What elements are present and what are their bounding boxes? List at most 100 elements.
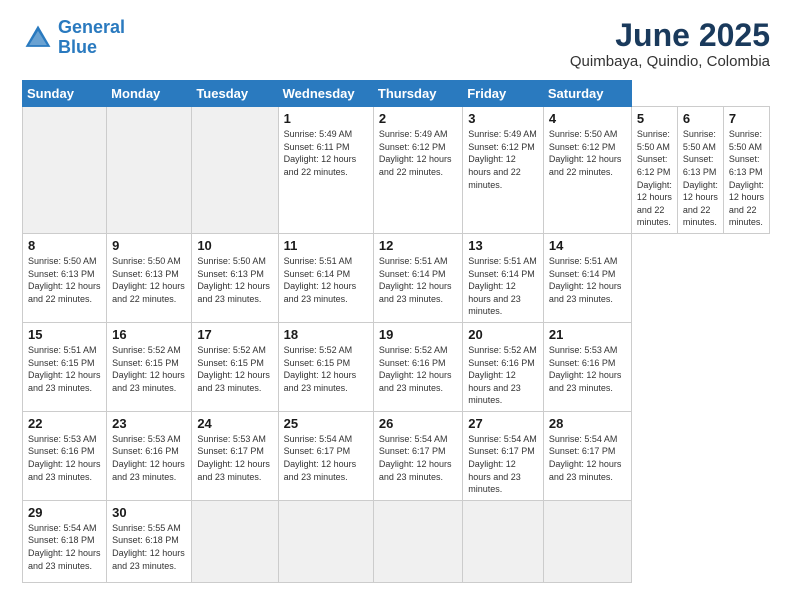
weekday-header-saturday: Saturday — [543, 81, 631, 107]
day-number: 30 — [112, 505, 186, 520]
day-number: 7 — [729, 111, 764, 126]
page: General Blue June 2025 Quimbaya, Quindio… — [0, 0, 792, 612]
day-number: 12 — [379, 238, 457, 253]
calendar-subtitle: Quimbaya, Quindio, Colombia — [570, 53, 770, 70]
day-number: 5 — [637, 111, 672, 126]
logo-text: General Blue — [58, 18, 125, 58]
day-number: 4 — [549, 111, 626, 126]
calendar-cell: 15 Sunrise: 5:51 AMSunset: 6:15 PMDayligh… — [23, 322, 107, 411]
day-number: 6 — [683, 111, 718, 126]
calendar-cell: 6 Sunrise: 5:50 AMSunset: 6:13 PMDaylight… — [677, 107, 723, 234]
calendar-cell — [278, 500, 373, 582]
day-info: Sunrise: 5:53 AMSunset: 6:16 PMDaylight:… — [112, 433, 186, 483]
day-info: Sunrise: 5:50 AMSunset: 6:13 PMDaylight:… — [729, 128, 764, 229]
day-number: 14 — [549, 238, 626, 253]
weekday-header-tuesday: Tuesday — [192, 81, 278, 107]
day-number: 2 — [379, 111, 457, 126]
calendar-cell — [107, 107, 192, 234]
calendar-cell: 3 Sunrise: 5:49 AMSunset: 6:12 PMDaylight… — [463, 107, 544, 234]
calendar-cell — [463, 500, 544, 582]
calendar-table: SundayMondayTuesdayWednesdayThursdayFrid… — [22, 80, 770, 583]
calendar-cell — [192, 107, 278, 234]
calendar-cell — [192, 500, 278, 582]
day-number: 18 — [284, 327, 368, 342]
day-number: 1 — [284, 111, 368, 126]
calendar-cell: 28 Sunrise: 5:54 AMSunset: 6:17 PMDayligh… — [543, 411, 631, 500]
day-info: Sunrise: 5:49 AMSunset: 6:11 PMDaylight:… — [284, 128, 368, 178]
day-number: 26 — [379, 416, 457, 431]
calendar-cell: 24 Sunrise: 5:53 AMSunset: 6:17 PMDayligh… — [192, 411, 278, 500]
day-info: Sunrise: 5:53 AMSunset: 6:16 PMDaylight:… — [28, 433, 101, 483]
weekday-header-sunday: Sunday — [23, 81, 107, 107]
calendar-cell: 20 Sunrise: 5:52 AMSunset: 6:16 PMDayligh… — [463, 322, 544, 411]
calendar-cell: 2 Sunrise: 5:49 AMSunset: 6:12 PMDaylight… — [373, 107, 462, 234]
calendar-cell: 17 Sunrise: 5:52 AMSunset: 6:15 PMDayligh… — [192, 322, 278, 411]
day-info: Sunrise: 5:51 AMSunset: 6:15 PMDaylight:… — [28, 344, 101, 394]
week-row-3: 22Sunrise: 5:53 AMSunset: 6:16 PMDayligh… — [23, 411, 770, 500]
calendar-cell: 7 Sunrise: 5:50 AMSunset: 6:13 PMDaylight… — [723, 107, 769, 234]
calendar-cell: 11Sunrise: 5:51 AMSunset: 6:14 PMDayligh… — [278, 233, 373, 322]
calendar-cell: 27 Sunrise: 5:54 AMSunset: 6:17 PMDayligh… — [463, 411, 544, 500]
day-info: Sunrise: 5:52 AMSunset: 6:15 PMDaylight:… — [197, 344, 272, 394]
title-block: June 2025 Quimbaya, Quindio, Colombia — [570, 18, 770, 70]
day-info: Sunrise: 5:50 AMSunset: 6:13 PMDaylight:… — [112, 255, 186, 305]
calendar-cell: 30 Sunrise: 5:55 AMSunset: 6:18 PMDayligh… — [107, 500, 192, 582]
day-info: Sunrise: 5:50 AMSunset: 6:13 PMDaylight:… — [28, 255, 101, 305]
week-row-4: 29Sunrise: 5:54 AMSunset: 6:18 PMDayligh… — [23, 500, 770, 582]
calendar-cell: 12 Sunrise: 5:51 AMSunset: 6:14 PMDayligh… — [373, 233, 462, 322]
day-info: Sunrise: 5:50 AMSunset: 6:12 PMDaylight:… — [637, 128, 672, 229]
calendar-title: June 2025 — [570, 18, 770, 53]
weekday-header-thursday: Thursday — [373, 81, 462, 107]
day-number: 16 — [112, 327, 186, 342]
calendar-cell: 22Sunrise: 5:53 AMSunset: 6:16 PMDayligh… — [23, 411, 107, 500]
calendar-cell: 25Sunrise: 5:54 AMSunset: 6:17 PMDayligh… — [278, 411, 373, 500]
calendar-cell: 10Sunrise: 5:50 AMSunset: 6:13 PMDayligh… — [192, 233, 278, 322]
calendar-cell — [23, 107, 107, 234]
weekday-header-monday: Monday — [107, 81, 192, 107]
calendar-cell: 14 Sunrise: 5:51 AMSunset: 6:14 PMDayligh… — [543, 233, 631, 322]
day-info: Sunrise: 5:55 AMSunset: 6:18 PMDaylight:… — [112, 522, 186, 572]
day-info: Sunrise: 5:50 AMSunset: 6:13 PMDaylight:… — [197, 255, 272, 305]
day-info: Sunrise: 5:54 AMSunset: 6:17 PMDaylight:… — [468, 433, 538, 496]
week-row-1: 8 Sunrise: 5:50 AMSunset: 6:13 PMDaylight… — [23, 233, 770, 322]
day-info: Sunrise: 5:52 AMSunset: 6:16 PMDaylight:… — [379, 344, 457, 394]
day-info: Sunrise: 5:49 AMSunset: 6:12 PMDaylight:… — [468, 128, 538, 191]
day-number: 21 — [549, 327, 626, 342]
calendar-cell: 26 Sunrise: 5:54 AMSunset: 6:17 PMDayligh… — [373, 411, 462, 500]
weekday-header-row: SundayMondayTuesdayWednesdayThursdayFrid… — [23, 81, 770, 107]
logo-icon — [22, 22, 54, 54]
day-info: Sunrise: 5:53 AMSunset: 6:17 PMDaylight:… — [197, 433, 272, 483]
day-number: 24 — [197, 416, 272, 431]
day-info: Sunrise: 5:54 AMSunset: 6:17 PMDaylight:… — [549, 433, 626, 483]
day-number: 17 — [197, 327, 272, 342]
calendar-cell: 29Sunrise: 5:54 AMSunset: 6:18 PMDayligh… — [23, 500, 107, 582]
day-info: Sunrise: 5:52 AMSunset: 6:15 PMDaylight:… — [284, 344, 368, 394]
day-number: 19 — [379, 327, 457, 342]
calendar-cell: 21 Sunrise: 5:53 AMSunset: 6:16 PMDayligh… — [543, 322, 631, 411]
day-number: 8 — [28, 238, 101, 253]
calendar-cell: 8 Sunrise: 5:50 AMSunset: 6:13 PMDaylight… — [23, 233, 107, 322]
week-row-2: 15 Sunrise: 5:51 AMSunset: 6:15 PMDayligh… — [23, 322, 770, 411]
calendar-cell — [373, 500, 462, 582]
weekday-header-friday: Friday — [463, 81, 544, 107]
day-info: Sunrise: 5:52 AMSunset: 6:15 PMDaylight:… — [112, 344, 186, 394]
day-info: Sunrise: 5:50 AMSunset: 6:12 PMDaylight:… — [549, 128, 626, 178]
day-number: 3 — [468, 111, 538, 126]
day-info: Sunrise: 5:51 AMSunset: 6:14 PMDaylight:… — [549, 255, 626, 305]
day-info: Sunrise: 5:54 AMSunset: 6:17 PMDaylight:… — [379, 433, 457, 483]
day-number: 28 — [549, 416, 626, 431]
day-number: 27 — [468, 416, 538, 431]
day-number: 13 — [468, 238, 538, 253]
day-info: Sunrise: 5:53 AMSunset: 6:16 PMDaylight:… — [549, 344, 626, 394]
calendar-cell: 16 Sunrise: 5:52 AMSunset: 6:15 PMDayligh… — [107, 322, 192, 411]
day-info: Sunrise: 5:50 AMSunset: 6:13 PMDaylight:… — [683, 128, 718, 229]
day-number: 20 — [468, 327, 538, 342]
day-number: 9 — [112, 238, 186, 253]
week-row-0: 1 Sunrise: 5:49 AMSunset: 6:11 PMDaylight… — [23, 107, 770, 234]
calendar-cell: 19 Sunrise: 5:52 AMSunset: 6:16 PMDayligh… — [373, 322, 462, 411]
day-info: Sunrise: 5:49 AMSunset: 6:12 PMDaylight:… — [379, 128, 457, 178]
day-info: Sunrise: 5:52 AMSunset: 6:16 PMDaylight:… — [468, 344, 538, 407]
day-number: 15 — [28, 327, 101, 342]
day-info: Sunrise: 5:51 AMSunset: 6:14 PMDaylight:… — [379, 255, 457, 305]
header: General Blue June 2025 Quimbaya, Quindio… — [22, 18, 770, 70]
